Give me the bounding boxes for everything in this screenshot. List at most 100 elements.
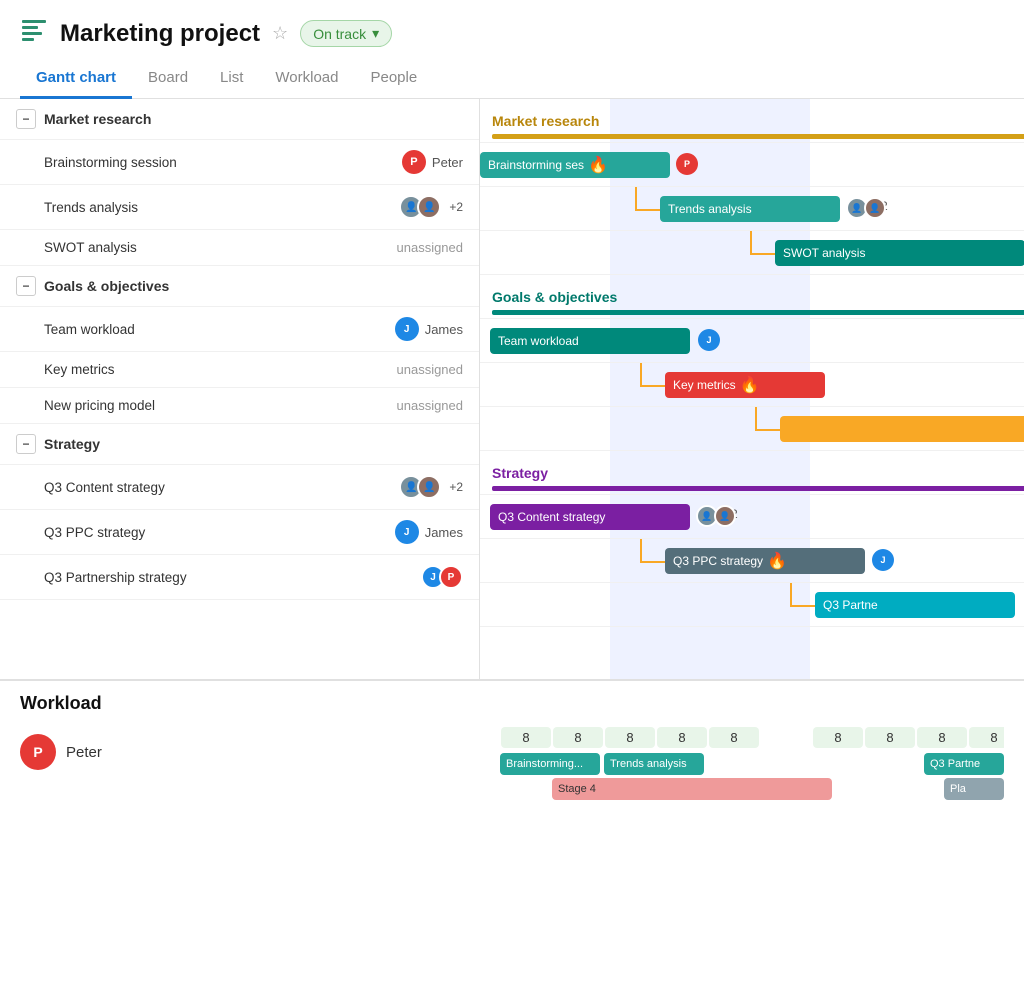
gantt-strategy-label: Strategy <box>492 465 548 481</box>
task-swot-assignee: unassigned <box>397 240 464 255</box>
wn-1: 8 <box>501 727 551 748</box>
bar-q3-partner[interactable]: Q3 Partne <box>815 592 1015 618</box>
task-trends-assignee: 👤 👤 +2 <box>399 195 463 219</box>
assignee-peter-label: Peter <box>432 155 463 170</box>
bar-team-workload[interactable]: Team workload <box>490 328 690 354</box>
tab-board[interactable]: Board <box>132 59 204 99</box>
group-goals: − Goals & objectives <box>0 266 479 307</box>
bar-q3-avatars: 👤 👤 <box>696 505 736 527</box>
workload-section: Workload P Peter 8 8 8 8 8 8 8 8 8 8 <box>0 679 1024 800</box>
wn-5: 8 <box>709 727 759 748</box>
task-brainstorming: Brainstorming session P Peter <box>0 140 479 185</box>
fire-icon-ppc: 🔥 <box>767 551 787 571</box>
project-title: Marketing project <box>60 20 260 48</box>
assignee-james-label: James <box>425 322 463 337</box>
wn-6 <box>761 727 811 748</box>
bar-brainstorming-label: Brainstorming ses <box>488 158 584 172</box>
task-pricing: New pricing model unassigned <box>0 388 479 424</box>
wbar-q3partner: Q3 Partne <box>924 753 1004 775</box>
wn-3: 8 <box>605 727 655 748</box>
group-market-research: − Market research <box>0 99 479 140</box>
task-q3-partner-name: Q3 Partnership strategy <box>44 570 187 585</box>
avatar-group-q3: 👤 👤 <box>399 475 441 499</box>
workload-avatar-peter: P <box>20 734 56 770</box>
fire-icon-metrics: 🔥 <box>740 375 760 395</box>
task-q3-partner: Q3 Partnership strategy J P <box>0 555 479 600</box>
gantt-goals-label: Goals & objectives <box>492 289 617 305</box>
collapse-market-btn[interactable]: − <box>16 109 36 129</box>
assignee-james-ppc-label: James <box>425 525 463 540</box>
workload-user: P Peter <box>20 726 500 778</box>
chevron-down-icon: ▾ <box>372 25 379 42</box>
bar-q3-ppc[interactable]: Q3 PPC strategy 🔥 <box>665 548 865 574</box>
bar-swot-label: SWOT analysis <box>783 246 865 260</box>
wn-7: 8 <box>813 727 863 748</box>
status-text: On track <box>313 26 366 42</box>
bar-key-metrics[interactable]: Key metrics 🔥 <box>665 372 825 398</box>
fire-icon-brainstorm: 🔥 <box>588 155 608 175</box>
avatar-bar-james: J <box>698 329 720 351</box>
wbar-brainstorming: Brainstorming... <box>500 753 600 775</box>
avatar-peter: P <box>402 150 426 174</box>
avatar-james-ppc: J <box>395 520 419 544</box>
tab-people[interactable]: People <box>354 59 433 99</box>
group-strategy-label: Strategy <box>44 436 100 452</box>
wbar-trends: Trends analysis <box>604 753 704 775</box>
bar-key-metrics-label: Key metrics <box>673 378 736 392</box>
workload-username: Peter <box>66 744 102 761</box>
bar-team-workload-label: Team workload <box>498 334 579 348</box>
task-q3-content: Q3 Content strategy 👤 👤 +2 <box>0 465 479 510</box>
bar-pricing[interactable] <box>780 416 1024 442</box>
bar-q3-content[interactable]: Q3 Content strategy <box>490 504 690 530</box>
wbar-stage4: Stage 4 <box>552 778 832 800</box>
avatar-2: 👤 <box>417 195 441 219</box>
header: Marketing project ☆ On track ▾ <box>0 0 1024 59</box>
status-badge[interactable]: On track ▾ <box>300 20 392 47</box>
bar-trends-label: Trends analysis <box>668 202 752 216</box>
task-q3-content-assignee: 👤 👤 +2 <box>399 475 463 499</box>
avatar-group-trends: 👤 👤 <box>399 195 441 219</box>
avatar-group-partner: J P <box>421 565 463 589</box>
workload-bars-row2: Stage 4 Pla <box>500 778 1004 800</box>
task-swot-name: SWOT analysis <box>44 240 137 255</box>
group-goals-label: Goals & objectives <box>44 278 169 294</box>
avatar-partner-2: P <box>439 565 463 589</box>
bar-brainstorming[interactable]: Brainstorming ses 🔥 <box>480 152 670 178</box>
task-key-metrics-name: Key metrics <box>44 362 115 377</box>
bar-q3-content-label: Q3 Content strategy <box>498 510 605 524</box>
wbar-pla: Pla <box>944 778 1004 800</box>
task-brainstorming-name: Brainstorming session <box>44 155 177 170</box>
bar-swot[interactable]: SWOT analysis <box>775 240 1024 266</box>
group-market-label: Market research <box>44 111 151 127</box>
task-key-metrics: Key metrics unassigned <box>0 352 479 388</box>
favorite-icon[interactable]: ☆ <box>272 23 288 44</box>
task-team-workload-assignee: J James <box>395 317 463 341</box>
plus-badge-trends: +2 <box>449 200 463 214</box>
avatar-ppc-bar: J <box>872 549 894 571</box>
task-trends-name: Trends analysis <box>44 200 138 215</box>
plus-badge-q3: +2 <box>449 480 463 494</box>
collapse-goals-btn[interactable]: − <box>16 276 36 296</box>
tab-gantt[interactable]: Gantt chart <box>20 59 132 99</box>
project-icon <box>20 16 48 51</box>
task-team-workload: Team workload J James <box>0 307 479 352</box>
task-brainstorming-assignee: P Peter <box>402 150 463 174</box>
group-strategy: − Strategy <box>0 424 479 465</box>
task-q3-ppc-name: Q3 PPC strategy <box>44 525 145 540</box>
task-q3-ppc: Q3 PPC strategy J James <box>0 510 479 555</box>
tab-workload[interactable]: Workload <box>259 59 354 99</box>
wn-9: 8 <box>917 727 967 748</box>
wn-8: 8 <box>865 727 915 748</box>
collapse-strategy-btn[interactable]: − <box>16 434 36 454</box>
task-q3-ppc-assignee: J James <box>395 520 463 544</box>
gantt-market-label: Market research <box>492 113 599 129</box>
workload-row: P Peter 8 8 8 8 8 8 8 8 8 8 Brainstormin… <box>20 726 1004 800</box>
wn-4: 8 <box>657 727 707 748</box>
task-team-workload-name: Team workload <box>44 322 135 337</box>
tab-list[interactable]: List <box>204 59 259 99</box>
task-q3-content-name: Q3 Content strategy <box>44 480 165 495</box>
bar-trends[interactable]: Trends analysis <box>660 196 840 222</box>
workload-bars-row1: Brainstorming... Trends analysis Q3 Part… <box>500 753 1004 775</box>
task-q3-partner-assignee: J P <box>421 565 463 589</box>
workload-title: Workload <box>20 693 1004 714</box>
